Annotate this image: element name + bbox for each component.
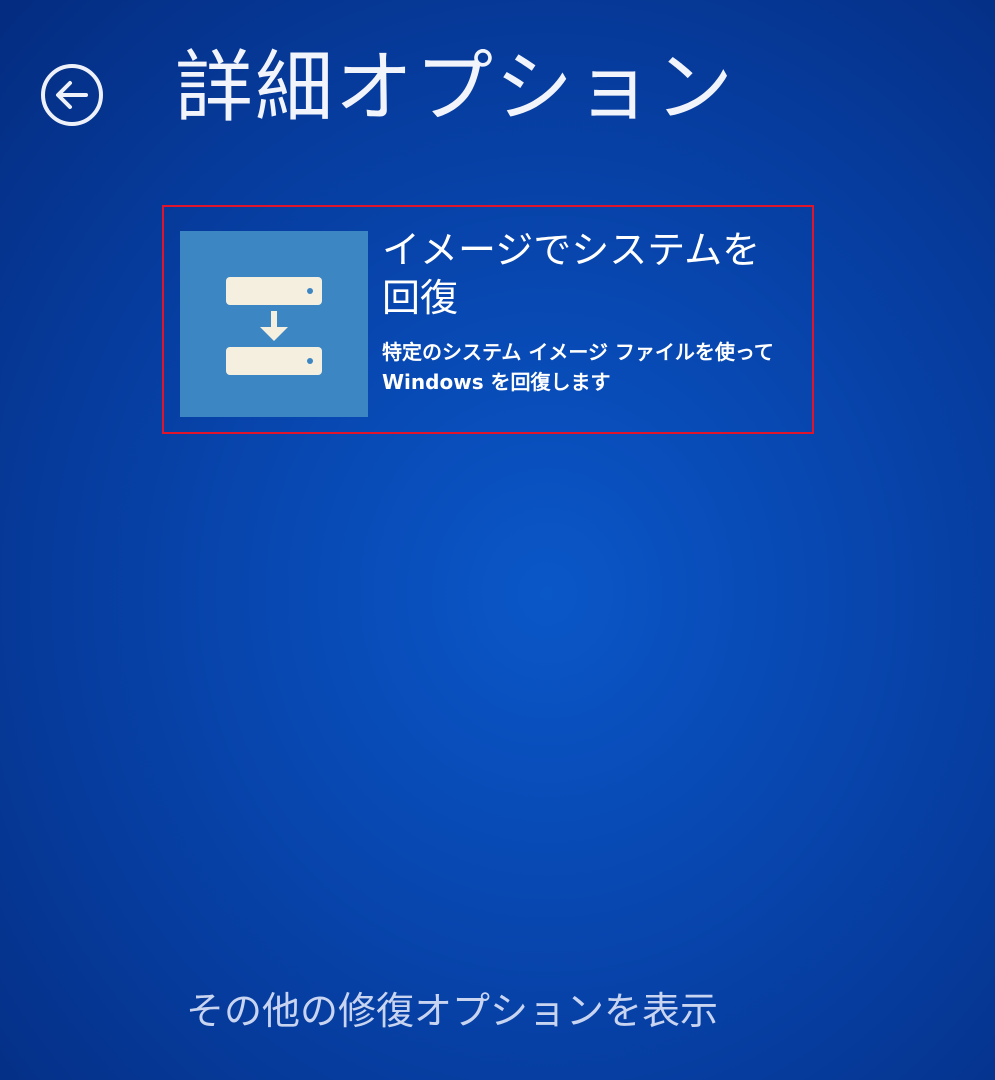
more-repair-options-link[interactable]: その他の修復オプションを表示 (186, 980, 718, 1035)
back-button[interactable] (40, 63, 104, 127)
option-description: 特定のシステム イメージ ファイルを使って Windows を回復します (382, 340, 774, 394)
page-title: 詳細オプション (175, 43, 736, 133)
back-arrow-icon (41, 64, 103, 126)
system-image-recovery-icon (180, 231, 368, 417)
option-title: イメージでシステムを回復 (382, 228, 761, 320)
system-image-recovery-option[interactable]: イメージでシステムを回復 特定のシステム イメージ ファイルを使って Windo… (162, 205, 814, 434)
